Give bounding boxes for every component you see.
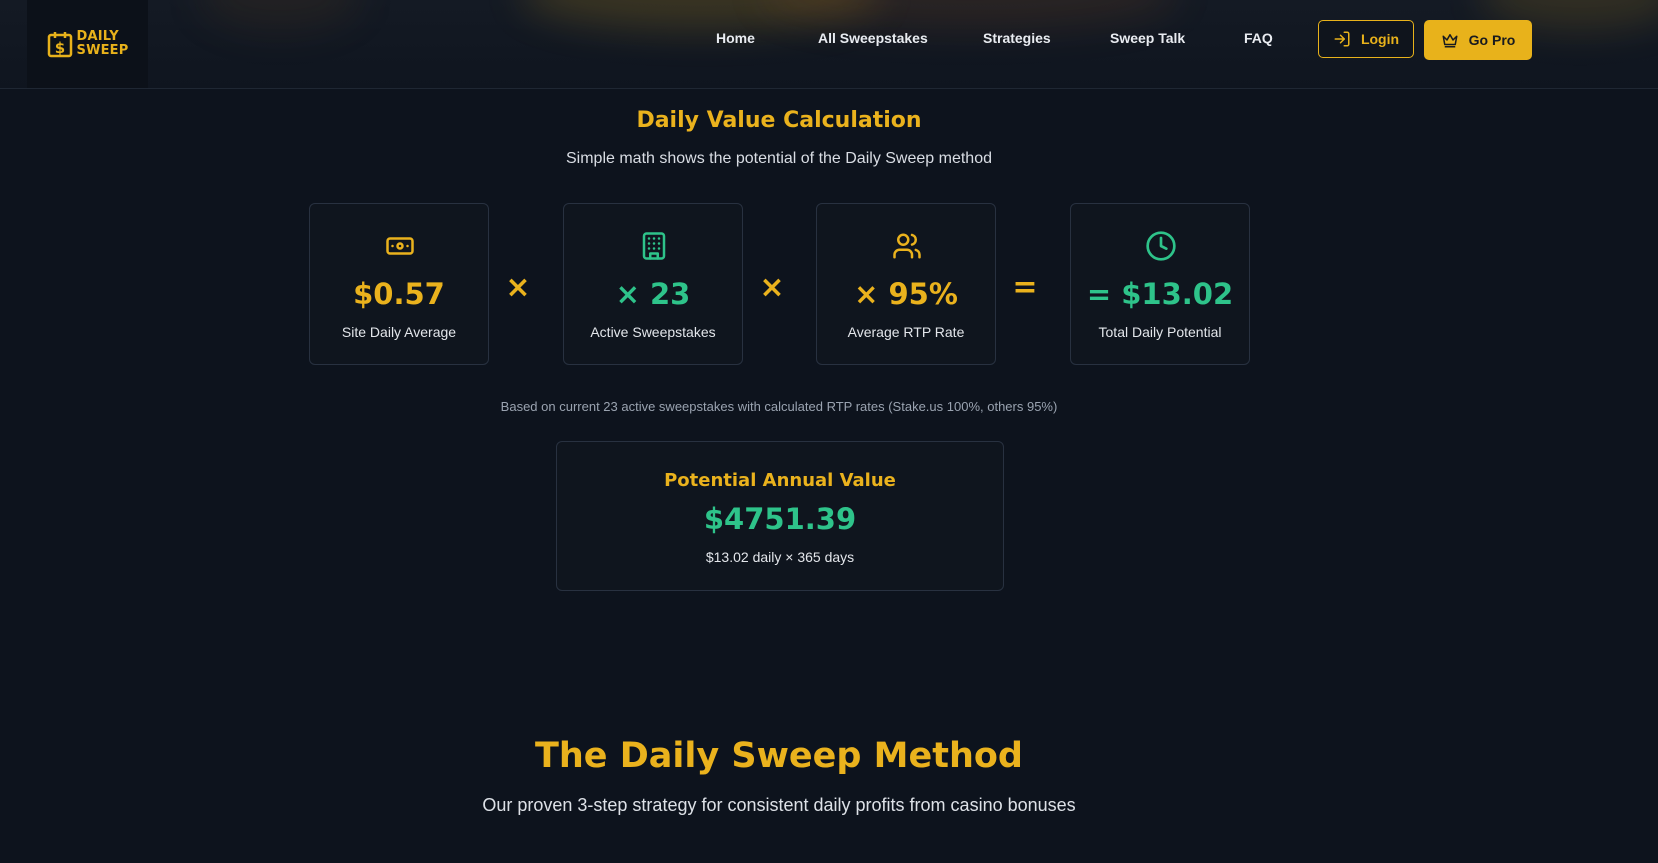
card-value: = $13.02 <box>1086 277 1234 311</box>
sign-in-icon <box>1334 31 1350 47</box>
card-value: × 95% <box>854 277 958 311</box>
card-label: Site Daily Average <box>341 324 457 340</box>
site-logo[interactable]: $ DAILY SWEEP <box>27 0 148 88</box>
card-average-rtp-rate: × 95% Average RTP Rate <box>816 203 996 365</box>
login-button[interactable]: Login <box>1318 20 1414 58</box>
nav-faq[interactable]: FAQ <box>1244 30 1273 46</box>
calculation-title: Daily Value Calculation <box>636 108 922 133</box>
clock-icon <box>1141 226 1181 266</box>
building-icon <box>634 226 674 266</box>
svg-text:$: $ <box>54 39 64 57</box>
annual-value-card: Potential Annual Value $4751.39 $13.02 d… <box>556 441 1004 591</box>
card-value: × 23 <box>615 277 691 311</box>
nav-all-sweepstakes[interactable]: All Sweepstakes <box>818 30 928 46</box>
nav-strategies[interactable]: Strategies <box>983 30 1051 46</box>
card-active-sweepstakes: × 23 Active Sweepstakes <box>563 203 743 365</box>
multiply-operator: × <box>505 270 531 305</box>
nav-home[interactable]: Home <box>716 30 755 46</box>
login-label: Login <box>1360 31 1400 47</box>
card-label: Total Daily Potential <box>1098 324 1222 340</box>
method-title: The Daily Sweep Method <box>535 736 1023 776</box>
banknote-icon <box>380 226 420 266</box>
card-label: Active Sweepstakes <box>590 324 716 340</box>
page: $ DAILY SWEEP Home All Sweepstakes Strat… <box>0 0 1658 863</box>
calculation-basis-note: Based on current 23 active sweepstakes w… <box>500 399 1058 414</box>
site-header: $ DAILY SWEEP Home All Sweepstakes Strat… <box>0 0 1658 89</box>
calendar-dollar-icon: $ <box>47 32 72 58</box>
annual-value-amount: $4751.39 <box>703 502 857 536</box>
method-subtitle: Our proven 3-step strategy for consisten… <box>482 795 1076 815</box>
card-value: $0.57 <box>353 277 445 311</box>
annual-value-formula: $13.02 daily × 365 days <box>705 549 855 565</box>
nav-sweep-talk[interactable]: Sweep Talk <box>1110 30 1185 46</box>
users-icon <box>887 226 927 266</box>
card-site-daily-average: $0.57 Site Daily Average <box>309 203 489 365</box>
crown-icon <box>1442 34 1458 48</box>
multiply-operator: × <box>759 270 785 305</box>
card-total-daily-potential: = $13.02 Total Daily Potential <box>1070 203 1250 365</box>
annual-value-title: Potential Annual Value <box>664 470 896 491</box>
go-pro-label: Go Pro <box>1468 32 1516 48</box>
go-pro-button[interactable]: Go Pro <box>1424 20 1532 60</box>
logo-line-1: DAILY <box>76 29 119 44</box>
card-label: Average RTP Rate <box>847 324 965 340</box>
calculation-subtitle: Simple math shows the potential of the D… <box>565 150 992 167</box>
equals-operator: = <box>1012 270 1038 305</box>
logo-line-2: SWEEP <box>76 43 129 58</box>
